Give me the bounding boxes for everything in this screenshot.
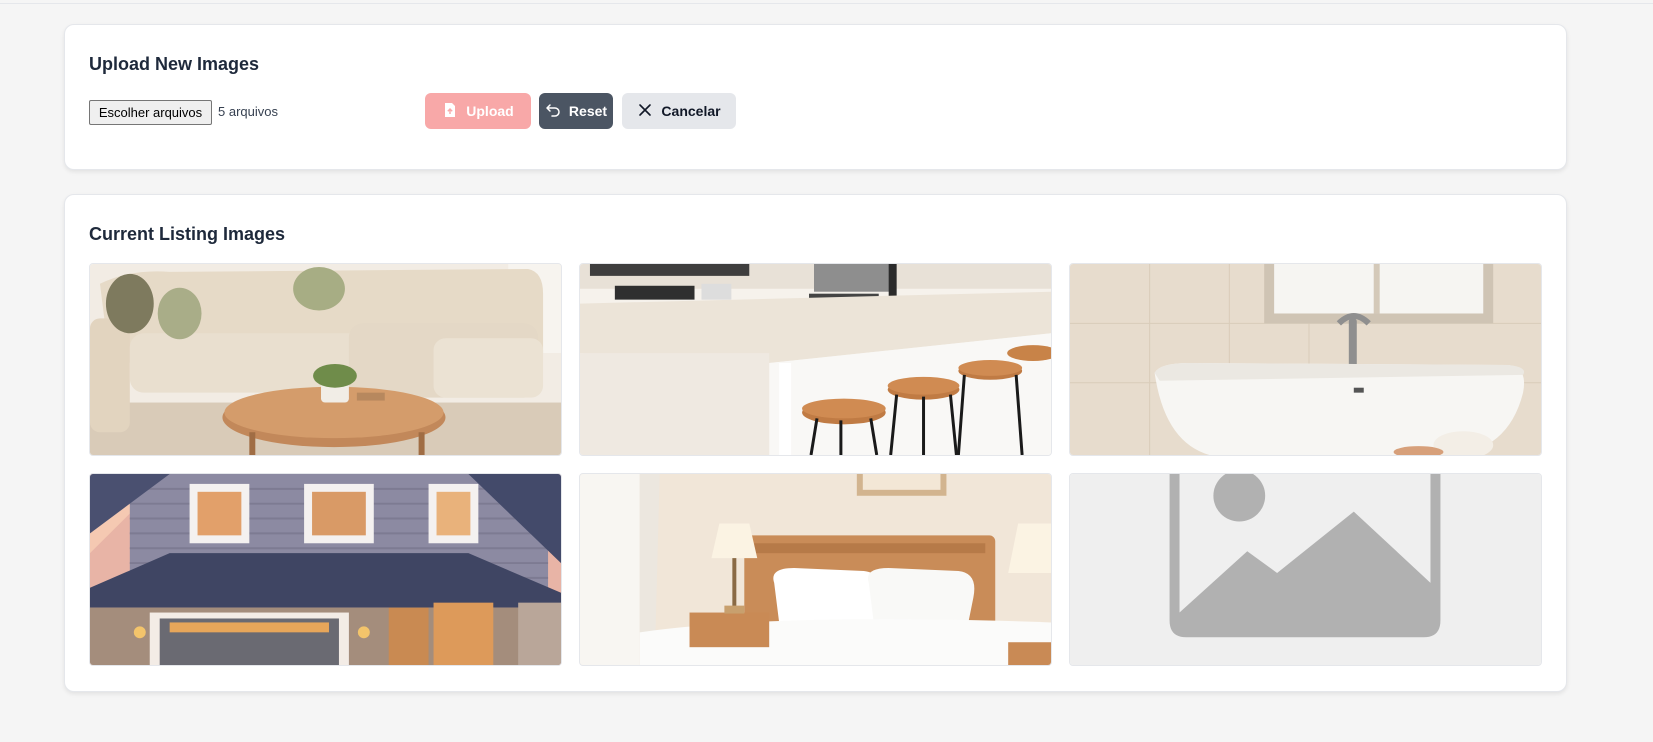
listing-image-house-exterior[interactable] bbox=[89, 473, 562, 666]
upload-new-images-card: Upload New Images Escolher arquivos 5 ar… bbox=[64, 24, 1567, 170]
upload-button[interactable]: Upload bbox=[425, 93, 531, 129]
file-upload-icon bbox=[442, 102, 458, 121]
undo-icon bbox=[545, 102, 561, 121]
listing-image-living-room[interactable] bbox=[89, 263, 562, 456]
top-divider bbox=[0, 0, 1653, 4]
upload-button-label: Upload bbox=[466, 103, 514, 119]
close-icon bbox=[637, 102, 653, 121]
listing-image-bathroom[interactable] bbox=[1069, 263, 1542, 456]
current-listing-images-card: Current Listing Images bbox=[64, 194, 1567, 692]
selected-files-count: 5 arquivos bbox=[218, 104, 278, 119]
reset-button[interactable]: Reset bbox=[539, 93, 613, 129]
listing-image-bedroom[interactable] bbox=[579, 473, 1052, 666]
choose-files-button[interactable]: Escolher arquivos bbox=[89, 100, 212, 125]
listing-images-grid bbox=[89, 263, 1544, 666]
listing-image-placeholder[interactable] bbox=[1069, 473, 1542, 666]
reset-button-label: Reset bbox=[568, 103, 608, 119]
listing-image-kitchen[interactable] bbox=[579, 263, 1052, 456]
cancel-button[interactable]: Cancelar bbox=[622, 93, 736, 129]
cancel-button-label: Cancelar bbox=[661, 103, 721, 119]
upload-section-title: Upload New Images bbox=[89, 54, 260, 74]
listing-section-title: Current Listing Images bbox=[89, 224, 286, 244]
